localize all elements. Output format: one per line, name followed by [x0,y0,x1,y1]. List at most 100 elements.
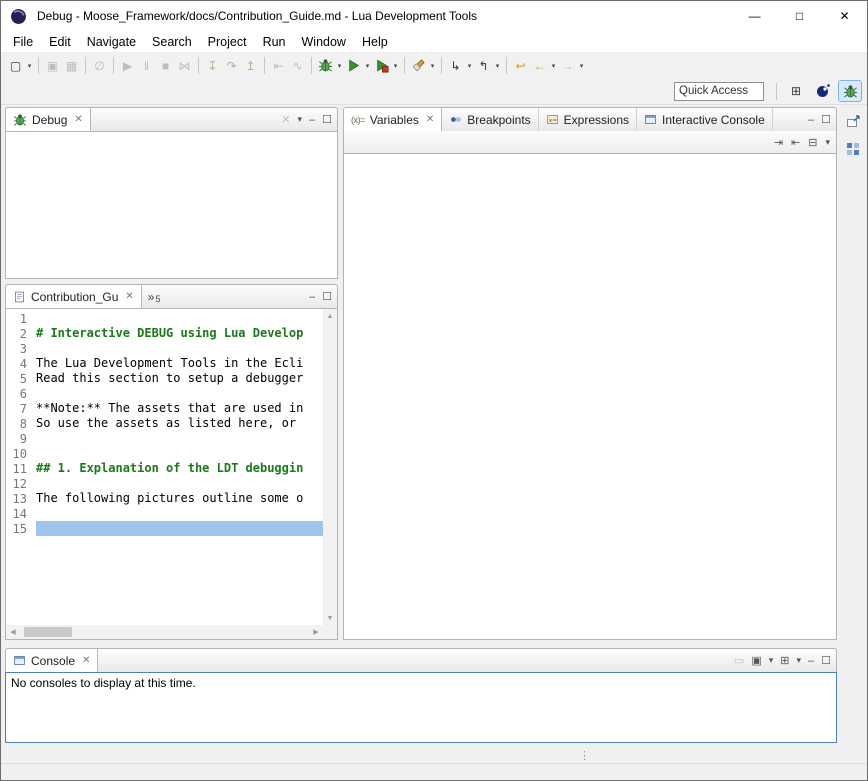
save-all-button[interactable]: ▦ [62,55,81,76]
close-tab-icon[interactable]: ✕ [74,114,82,125]
window-close-button[interactable]: ✕ [822,1,867,31]
close-tab-icon[interactable]: ✕ [125,291,133,302]
window-minimize-button[interactable]: — [732,1,777,31]
show-columns-icon[interactable]: ⇤ [791,136,800,149]
restore-minimized-view-button[interactable] [843,113,863,131]
editor-line[interactable]: 9 [6,431,323,446]
collapse-all-icon[interactable]: ⊟ [808,136,817,149]
external-tools-dropdown-icon[interactable]: ▾ [391,55,400,76]
menu-navigate[interactable]: Navigate [79,33,144,51]
minimize-view-button[interactable]: – [808,655,814,667]
last-edit-location-button[interactable]: ↩ [511,55,530,76]
maximize-view-button[interactable]: ☐ [322,290,332,303]
editor-line[interactable]: 7**Note:** The assets that are used in [6,401,323,416]
debug-button[interactable] [316,55,335,76]
view-menu-icon[interactable]: ▾ [825,137,830,148]
close-tab-icon[interactable]: ✕ [82,655,90,666]
maximize-view-button[interactable]: ☐ [821,654,831,667]
tab-variables[interactable]: (x)= Variables ✕ [344,108,442,131]
scrollbar-thumb[interactable] [24,627,72,637]
menu-edit[interactable]: Edit [41,33,79,51]
scroll-down-icon[interactable]: ▼ [323,611,337,625]
step-return-button[interactable]: ↥ [241,55,260,76]
forward-button[interactable]: → [558,55,577,76]
scroll-right-icon[interactable]: ▶ [309,625,323,639]
editor-line[interactable]: 5Read this section to setup a debugger [6,371,323,386]
save-button[interactable]: ▣ [43,55,62,76]
menu-help[interactable]: Help [354,33,396,51]
open-console-dropdown-icon[interactable]: ▾ [796,655,801,666]
open-console-button[interactable]: ⊞ [780,654,789,667]
menu-window[interactable]: Window [294,33,354,51]
external-tools-button[interactable] [372,55,391,76]
back-dropdown-icon[interactable]: ▾ [549,55,558,76]
search-button[interactable] [409,55,428,76]
step-into-button[interactable]: ↧ [203,55,222,76]
next-annotation-dropdown-icon[interactable]: ▾ [465,55,474,76]
editor-line[interactable]: 10 [6,446,323,461]
editor-line[interactable]: 11## 1. Explanation of the LDT debuggin [6,461,323,476]
previous-annotation-dropdown-icon[interactable]: ▾ [493,55,502,76]
run-button[interactable] [344,55,363,76]
horizontal-scrollbar[interactable]: ◀ ▶ [6,625,323,639]
lua-perspective-button[interactable] [811,80,835,102]
open-perspective-button[interactable]: ⊞ [784,80,808,102]
back-button[interactable]: ← [530,55,549,76]
display-selected-console-button[interactable]: ▣ [751,654,761,667]
previous-annotation-button[interactable]: ↰ [474,55,493,76]
editor-line-selected[interactable]: 15 [6,521,323,536]
search-dropdown-icon[interactable]: ▾ [428,55,437,76]
editor-line[interactable]: 12 [6,476,323,491]
new-button[interactable]: ▢ [6,55,25,76]
quick-access-box[interactable]: Quick Access [674,82,764,101]
show-logical-structure-icon[interactable]: ⇥ [774,136,783,149]
next-annotation-button[interactable]: ↳ [446,55,465,76]
editor-line[interactable]: 2# Interactive DEBUG using Lua Develop [6,326,323,341]
editor-text-area[interactable]: 1 2# Interactive DEBUG using Lua Develop… [6,310,323,625]
forward-dropdown-icon[interactable]: ▾ [577,55,586,76]
editor-line[interactable]: 14 [6,506,323,521]
minimize-view-button[interactable]: – [808,114,814,126]
run-dropdown-icon[interactable]: ▾ [363,55,372,76]
editor-line[interactable]: 3 [6,341,323,356]
skip-all-breakpoints-button[interactable]: ∅ [90,55,109,76]
debug-view-content[interactable] [5,131,338,279]
step-over-button[interactable]: ↷ [222,55,241,76]
display-console-dropdown-icon[interactable]: ▾ [769,655,774,666]
menu-search[interactable]: Search [144,33,200,51]
window-maximize-button[interactable]: □ [777,1,822,31]
editor-overflow-tab[interactable]: » 5 [142,285,167,308]
editor-line[interactable]: 8So use the assets as listed here, or [6,416,323,431]
suspend-button[interactable]: ‖ [137,55,156,76]
scroll-left-icon[interactable]: ◀ [6,625,20,639]
editor-line[interactable]: 4The Lua Development Tools in the Ecli [6,356,323,371]
editor-line[interactable]: 1 [6,311,323,326]
menu-file[interactable]: File [5,33,41,51]
editor-line[interactable]: 6 [6,386,323,401]
console-tab[interactable]: Console ✕ [6,649,98,672]
tab-expressions[interactable]: x= Expressions [539,108,637,131]
editor-body[interactable]: 1 2# Interactive DEBUG using Lua Develop… [5,308,338,640]
new-dropdown-icon[interactable]: ▾ [25,55,34,76]
drop-to-frame-button[interactable]: ⇤ [269,55,288,76]
minimize-view-button[interactable]: – [309,291,315,303]
vertical-scrollbar[interactable]: ▲ ▼ [323,309,337,625]
debug-perspective-button[interactable] [838,80,862,102]
disconnect-button[interactable]: ⋈ [175,55,194,76]
menu-project[interactable]: Project [200,33,255,51]
close-tab-icon[interactable]: ✕ [426,114,434,125]
terminate-button[interactable]: ■ [156,55,175,76]
tab-breakpoints[interactable]: Breakpoints [442,108,538,131]
debug-view-tab[interactable]: Debug ✕ [6,108,91,131]
sash-handle[interactable]: ⋮ [579,749,590,762]
resume-button[interactable]: ▶ [118,55,137,76]
editor-line[interactable]: 13The following pictures outline some o [6,491,323,506]
maximize-view-button[interactable]: ☐ [821,113,831,126]
use-step-filters-button[interactable]: ∿ [288,55,307,76]
variables-content[interactable] [343,153,837,640]
console-content[interactable]: No consoles to display at this time. [5,672,837,743]
debug-dropdown-icon[interactable]: ▾ [335,55,344,76]
maximize-view-button[interactable]: ☐ [322,113,332,126]
minimize-view-button[interactable]: – [309,114,315,126]
scroll-up-icon[interactable]: ▲ [323,309,337,323]
